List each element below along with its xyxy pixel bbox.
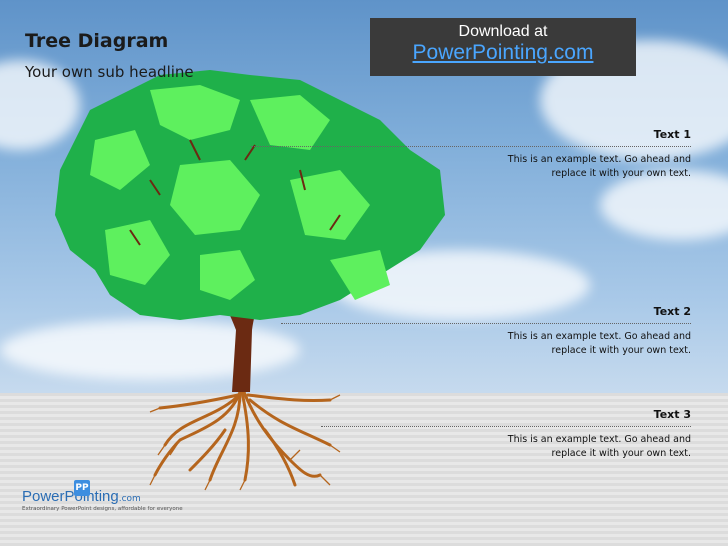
callout-text-line: replace it with your own text. — [551, 345, 691, 356]
logo-tagline: Extraordinary PowerPoint designs, afford… — [22, 506, 183, 512]
callout-text-line: replace it with your own text. — [551, 448, 691, 459]
callout-heading: Text 2 — [653, 305, 691, 318]
tree-roots — [153, 390, 332, 487]
tree-illustration — [55, 70, 445, 491]
callout-heading: Text 3 — [653, 408, 691, 421]
callout-text: This is an example text. Go ahead and re… — [491, 433, 691, 461]
callout-text-3: Text 3 This is an example text. Go ahead… — [321, 408, 691, 461]
page-subtitle: Your own sub headline — [25, 63, 194, 81]
logo-suffix: .com — [118, 494, 141, 504]
callout-text-line: This is an example text. Go ahead and — [507, 331, 691, 342]
callout-text-line: This is an example text. Go ahead and — [507, 154, 691, 165]
callout-text: This is an example text. Go ahead and re… — [491, 330, 691, 358]
callout-leader-line — [281, 323, 691, 324]
banner-link[interactable]: PowerPointing.com — [370, 41, 636, 65]
download-banner[interactable]: Download at PowerPointing.com — [370, 18, 636, 76]
slide-canvas: Tree Diagram Your own sub headline Downl… — [0, 0, 728, 546]
callout-leader-line — [321, 426, 691, 427]
callout-text-2: Text 2 This is an example text. Go ahead… — [281, 305, 691, 358]
callout-leader-line — [251, 146, 691, 147]
page-title: Tree Diagram — [25, 30, 169, 52]
callout-text-line: replace it with your own text. — [551, 168, 691, 179]
banner-text: Download at — [458, 23, 548, 40]
callout-text: This is an example text. Go ahead and re… — [491, 153, 691, 181]
brand-logo: PP PowerPointing.com Extraordinary Power… — [22, 480, 183, 512]
callout-text-line: This is an example text. Go ahead and — [507, 434, 691, 445]
callout-text-1: Text 1 This is an example text. Go ahead… — [251, 128, 691, 181]
logo-name: PowerPointing — [22, 488, 119, 505]
logo-badge-icon: PP — [74, 480, 90, 496]
callout-heading: Text 1 — [653, 128, 691, 141]
